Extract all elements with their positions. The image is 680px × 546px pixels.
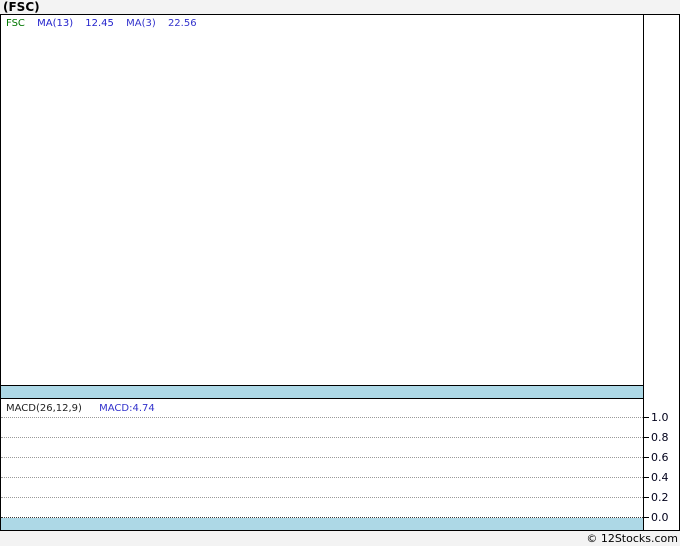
ma13-value: 12.45 xyxy=(85,18,114,29)
tick-mark xyxy=(644,517,649,518)
macd-panel: MACD(26,12,9) MACD:4.74 xyxy=(1,399,643,530)
tick-mark xyxy=(644,457,649,458)
stock-chart-page: (FSC) FSC MA(13) 12.45 MA(3) 22.56 MACD(… xyxy=(0,0,680,546)
tick-mark xyxy=(644,437,649,438)
gridline-0.8 xyxy=(1,437,643,438)
axis-tick-row: 0.4 xyxy=(644,471,679,484)
tick-mark xyxy=(644,477,649,478)
copyright-text: © 12Stocks.com xyxy=(586,532,678,545)
price-legend: FSC MA(13) 12.45 MA(3) 22.56 xyxy=(6,18,206,29)
axis-tick-row: 0.2 xyxy=(644,491,679,504)
axis-tick-row: 0.0 xyxy=(644,511,679,524)
axis-tick-label: 0.0 xyxy=(651,511,669,524)
price-panel: FSC MA(13) 12.45 MA(3) 22.56 xyxy=(1,15,643,385)
tick-mark xyxy=(644,497,649,498)
bottom-band xyxy=(1,518,643,530)
ticker-symbol: FSC xyxy=(6,18,25,29)
ma3-label: MA(3) xyxy=(126,18,156,29)
macd-params-label: MACD(26,12,9) xyxy=(6,403,82,414)
axis-tick-label: 0.6 xyxy=(651,451,669,464)
axis-tick-row: 0.8 xyxy=(644,431,679,444)
chart-frame: FSC MA(13) 12.45 MA(3) 22.56 MACD(26,12,… xyxy=(0,14,680,531)
ma13-label: MA(13) xyxy=(37,18,74,29)
axis-tick-label: 1.0 xyxy=(651,411,669,424)
macd-value: MACD:4.74 xyxy=(99,403,155,414)
ma3-value: 22.56 xyxy=(167,18,197,29)
gridline-0.6 xyxy=(1,457,643,458)
gridline-0.4 xyxy=(1,477,643,478)
axis-tick-label: 0.2 xyxy=(651,491,669,504)
gridline-1.0 xyxy=(1,417,643,418)
axis-tick-label: 0.8 xyxy=(651,431,669,444)
tick-mark xyxy=(644,417,649,418)
footer: © 12Stocks.com xyxy=(0,531,680,546)
macd-legend: MACD(26,12,9) MACD:4.74 xyxy=(6,403,155,414)
gridline-0.2 xyxy=(1,497,643,498)
axis-tick-row: 1.0 xyxy=(644,411,679,424)
panel-divider-band xyxy=(1,385,643,399)
axis-tick-row: 0.6 xyxy=(644,451,679,464)
axis-tick-label: 0.4 xyxy=(651,471,669,484)
page-title: (FSC) xyxy=(3,0,40,14)
